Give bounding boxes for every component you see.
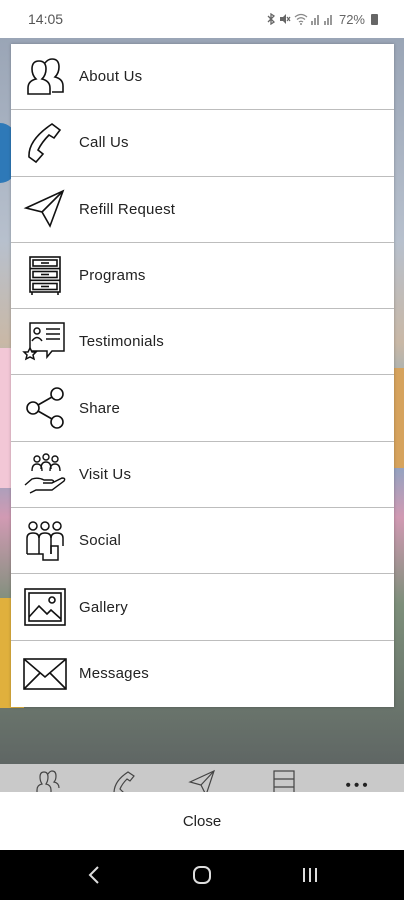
- tab-refill-request[interactable]: [188, 768, 228, 792]
- home-icon: [193, 866, 211, 884]
- cabinet-icon: [273, 770, 295, 792]
- more-button[interactable]: [344, 768, 384, 792]
- status-bar: 14:05 72%: [0, 0, 404, 38]
- menu-item-call-us[interactable]: Call Us: [11, 110, 394, 177]
- social-icon: [11, 508, 79, 573]
- back-icon: [88, 866, 99, 884]
- close-area: Close: [0, 792, 404, 850]
- menu-item-label: About Us: [79, 68, 143, 86]
- recents-button[interactable]: [290, 855, 330, 895]
- tab-about-us[interactable]: [34, 768, 74, 792]
- envelope-icon: [11, 641, 79, 707]
- system-nav-bar: [0, 850, 404, 900]
- menu-item-refill-request[interactable]: Refill Request: [11, 177, 394, 243]
- menu-item-about-us[interactable]: About Us: [11, 44, 394, 111]
- menu-item-label: Refill Request: [79, 200, 176, 218]
- people-icon: [36, 770, 60, 792]
- cabinet-icon: [11, 243, 79, 308]
- menu-panel: About Us Call Us Refill Request Programs…: [11, 44, 394, 707]
- menu-item-label: Social: [79, 532, 122, 550]
- phone-icon: [113, 771, 135, 792]
- more-dots-icon: [346, 782, 368, 787]
- picture-icon: [11, 574, 79, 639]
- menu-item-label: Share: [79, 399, 121, 417]
- status-icons: [266, 13, 335, 25]
- battery-icon: [371, 13, 378, 25]
- menu-item-messages[interactable]: Messages: [11, 641, 394, 707]
- status-time: 14:05: [28, 11, 64, 27]
- bluetooth-icon: [267, 13, 275, 25]
- wifi-icon: [294, 13, 308, 25]
- menu-item-label: Visit Us: [79, 465, 132, 483]
- menu-item-social[interactable]: Social: [11, 508, 394, 575]
- status-right: 72%: [266, 12, 378, 27]
- bottom-tabbar: [0, 764, 404, 792]
- tab-call-us[interactable]: [110, 768, 150, 792]
- menu-item-programs[interactable]: Programs: [11, 243, 394, 310]
- menu-item-visit-us[interactable]: Visit Us: [11, 442, 394, 509]
- signal-icon: [310, 15, 332, 25]
- menu-item-testimonials[interactable]: Testimonials: [11, 309, 394, 376]
- menu-item-label: Programs: [79, 267, 146, 285]
- tab-programs[interactable]: [270, 768, 310, 792]
- share-icon: [11, 375, 79, 440]
- battery-percent: 72%: [338, 11, 365, 27]
- menu-item-gallery[interactable]: Gallery: [11, 574, 394, 641]
- phone-icon: [11, 110, 79, 175]
- menu-item-label: Messages: [79, 665, 149, 683]
- recents-icon: [303, 868, 317, 882]
- back-button[interactable]: [74, 855, 114, 895]
- testimonial-icon: [11, 309, 79, 374]
- send-icon: [11, 177, 79, 242]
- menu-item-label: Call Us: [79, 134, 129, 152]
- people-icon: [11, 44, 79, 109]
- home-button[interactable]: [182, 855, 222, 895]
- close-button[interactable]: Close: [183, 813, 221, 830]
- mute-icon: [279, 14, 291, 24]
- hand-people-icon: [11, 442, 79, 507]
- menu-item-label: Gallery: [79, 598, 128, 616]
- menu-item-label: Testimonials: [79, 333, 164, 351]
- menu-item-share[interactable]: Share: [11, 375, 394, 442]
- send-icon: [188, 769, 216, 792]
